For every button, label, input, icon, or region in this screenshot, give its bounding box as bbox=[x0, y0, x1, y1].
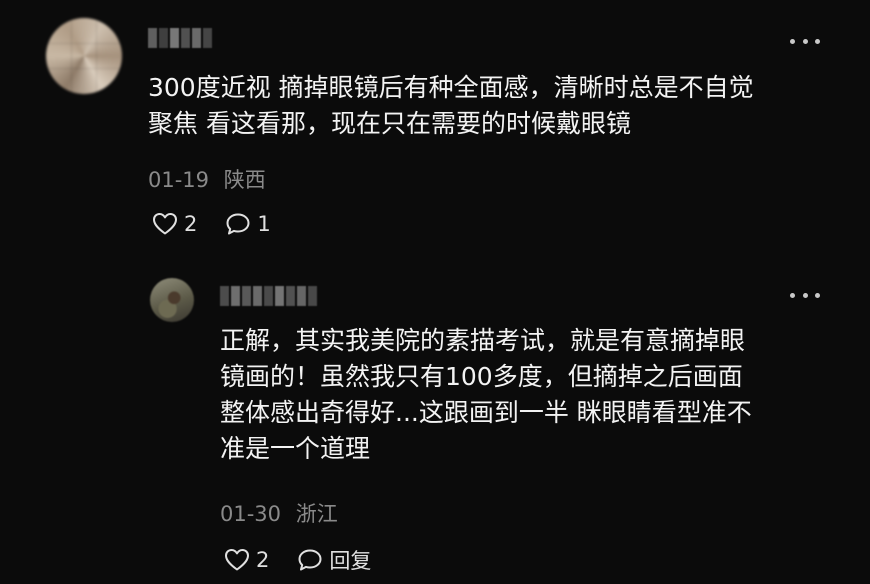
avatar[interactable] bbox=[46, 18, 122, 94]
like-count: 2 bbox=[184, 212, 198, 236]
reply-label: 回复 bbox=[329, 549, 372, 573]
comment-icon bbox=[226, 213, 250, 235]
heart-icon bbox=[225, 549, 249, 571]
comment-date: 01-19 bbox=[148, 168, 210, 192]
comment-text: 300度近视 摘掉眼镜后有种全面感，清晰时总是不自觉 聚焦 看这看那，现在只在需… bbox=[148, 73, 754, 138]
reply-reply-button[interactable]: 回复 bbox=[297, 545, 371, 575]
comment-location: 陕西 bbox=[223, 168, 266, 192]
reply-actions: 2 回复 bbox=[224, 545, 399, 575]
reply-like-button[interactable]: 2 bbox=[224, 548, 269, 572]
reply-meta: 01-30 浙江 bbox=[220, 498, 338, 528]
like-button[interactable]: 2 bbox=[152, 212, 197, 236]
more-icon[interactable] bbox=[790, 290, 820, 300]
reply-username-blurred[interactable] bbox=[220, 286, 317, 306]
reply-location: 浙江 bbox=[295, 502, 338, 526]
reply-text: 正解，其实我美院的素描考试，就是有意摘掉眼 镜画的！虽然我只有100多度，但摘掉… bbox=[220, 326, 752, 463]
reply-count: 1 bbox=[257, 212, 271, 236]
reply-like-count: 2 bbox=[256, 548, 270, 572]
reply-button[interactable]: 1 bbox=[225, 212, 271, 236]
reply-date: 01-30 bbox=[220, 502, 282, 526]
more-icon[interactable] bbox=[790, 36, 820, 46]
comment-meta: 01-19 陕西 bbox=[148, 164, 266, 194]
comment-icon bbox=[298, 549, 322, 571]
heart-icon bbox=[153, 213, 177, 235]
comment-actions: 2 1 bbox=[152, 212, 299, 236]
reply-avatar[interactable] bbox=[150, 278, 194, 322]
username-blurred[interactable] bbox=[148, 28, 212, 48]
